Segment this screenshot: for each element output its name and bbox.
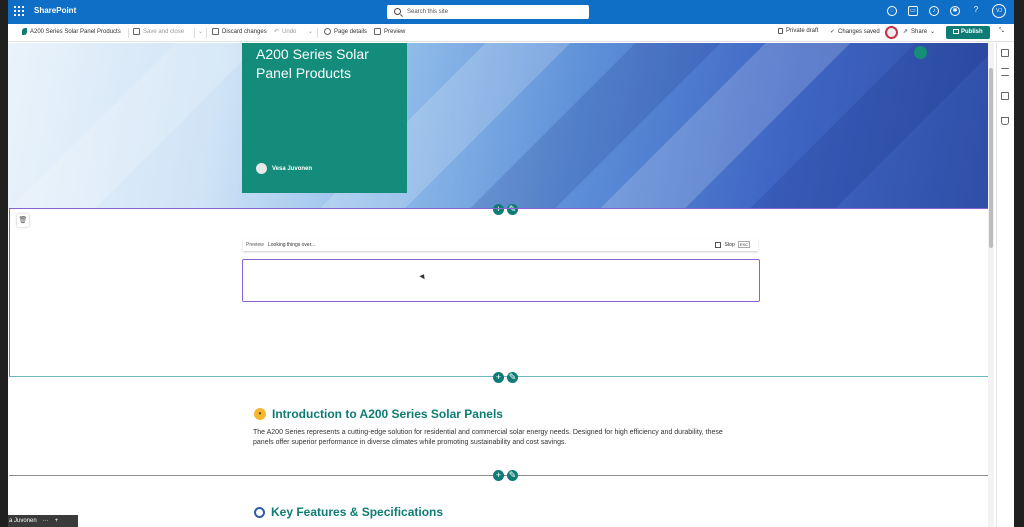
search-input[interactable]: Search this site	[387, 5, 589, 19]
share-button[interactable]: ⇗ Share ⌄	[903, 28, 936, 36]
page-details-button[interactable]: Page details	[324, 28, 367, 35]
thinking-face-icon: •	[254, 408, 266, 420]
stop-icon	[715, 241, 722, 248]
mouse-cursor-icon	[419, 272, 427, 280]
toolbox-icon[interactable]	[1001, 49, 1009, 57]
collapse-icon[interactable]: ⤡	[999, 28, 1004, 35]
text-web-part[interactable]	[242, 259, 760, 302]
preview-button[interactable]: Preview	[374, 28, 405, 35]
brand-name[interactable]: SharePoint	[34, 6, 76, 15]
preview-icon	[374, 28, 381, 35]
intro-heading-text: Introduction to A200 Series Solar Panels	[272, 407, 503, 421]
saved-status-label: Changes saved	[838, 28, 880, 35]
discard-icon	[212, 28, 219, 35]
user-avatar[interactable]: VJ	[992, 4, 1006, 18]
page-title[interactable]: A200 Series Solar Panel Products	[242, 43, 382, 83]
presence-dot	[914, 46, 927, 59]
preview-tag: Preview	[246, 242, 264, 248]
selected-section[interactable]: 🗑 Preview Looking things over... Stop ES…	[9, 208, 989, 377]
preview-label: Preview	[384, 28, 406, 35]
publish-button[interactable]: Publish	[946, 26, 990, 39]
suite-bar: SharePoint Search this site ◌ ▭ ♪ ✱ ? VJ	[8, 0, 1014, 24]
settings-icon[interactable]: ✱	[950, 6, 960, 16]
page-structure-icon[interactable]	[1001, 117, 1009, 125]
command-bar: A200 Series Solar Panel Products Save an…	[8, 24, 1014, 42]
draft-status-label: Private draft	[786, 28, 819, 34]
separator	[206, 28, 207, 38]
share-chevron-icon: ⌄	[930, 29, 936, 35]
features-heading-text: Key Features & Specifications	[271, 505, 444, 519]
separator	[317, 28, 318, 38]
separator	[128, 28, 129, 38]
feedback-icon[interactable]: ▭	[908, 6, 918, 16]
copilot-status-bar: Preview Looking things over... Stop ESC	[243, 239, 758, 251]
intro-heading[interactable]: • Introduction to A200 Series Solar Pane…	[254, 407, 503, 421]
add-section-controls: + ✎	[493, 372, 518, 383]
undo-label: Undo	[282, 28, 297, 35]
undo-button[interactable]: ↶ Undo	[274, 28, 297, 36]
add-icon[interactable]: +	[55, 515, 59, 527]
magnifier-icon	[254, 506, 265, 518]
gear-icon	[324, 28, 331, 35]
publish-label: Publish	[961, 29, 983, 35]
features-heading[interactable]: Key Features & Specifications	[254, 505, 443, 519]
author-avatar	[256, 163, 267, 174]
delete-section-icon[interactable]: 🗑	[17, 214, 29, 227]
properties-icon[interactable]	[1001, 68, 1009, 76]
sharepoint-window: SharePoint Search this site ◌ ▭ ♪ ✱ ? VJ…	[0, 0, 1024, 527]
save-close-button[interactable]: Save and close	[133, 28, 184, 35]
taskbar-participant: a Juvonen ··· +	[8, 515, 78, 527]
suite-icons: ◌ ▭ ♪ ✱ ? VJ	[887, 4, 1006, 18]
copilot-section-button[interactable]: ✎	[507, 470, 518, 481]
stop-label: Stop	[724, 241, 735, 248]
sharepoint-leaf-icon	[22, 28, 27, 35]
separator	[194, 28, 195, 38]
help-icon[interactable]: ?	[971, 6, 981, 16]
publish-icon	[953, 28, 960, 34]
copilot-message: Looking things over...	[268, 242, 316, 248]
scrollbar-thumb[interactable]	[989, 68, 993, 248]
add-section-button[interactable]: +	[493, 372, 504, 383]
copilot-section-button[interactable]: ✎	[507, 372, 518, 383]
discard-label: Discard changes	[222, 28, 267, 35]
undo-chevron-icon[interactable]: ⌄	[308, 28, 313, 35]
share-label: Share	[911, 28, 928, 35]
app-launcher-icon[interactable]	[14, 6, 24, 16]
more-icon[interactable]: ···	[43, 515, 49, 527]
participant-name: a Juvonen	[9, 518, 37, 524]
author-byline: Vesa Juvonen	[256, 163, 312, 174]
save-menu-chevron-icon[interactable]: ⌄	[198, 28, 203, 35]
page-details-label: Page details	[334, 28, 368, 35]
copilot-icon[interactable]: ◌	[887, 6, 897, 16]
stop-button[interactable]: Stop ESC	[715, 241, 750, 248]
page-name: A200 Series Solar Panel Products	[30, 28, 121, 35]
search-icon	[394, 8, 401, 15]
design-ideas-icon[interactable]	[1001, 92, 1009, 100]
discard-button[interactable]: Discard changes	[212, 28, 267, 35]
hero-banner[interactable]: A200 Series Solar Panel Products Vesa Ju…	[8, 43, 988, 209]
lock-icon	[778, 28, 783, 34]
changes-saved-status: ✓ Changes saved	[830, 28, 880, 36]
search-placeholder: Search this site	[407, 9, 449, 15]
share-icon: ⇗	[903, 29, 909, 35]
author-name: Vesa Juvonen	[272, 165, 313, 172]
save-close-label: Save and close	[143, 28, 185, 35]
add-section-controls: + ✎	[493, 470, 518, 481]
checkmark-icon: ✓	[830, 29, 836, 35]
undo-icon: ↶	[274, 29, 280, 35]
coauthor-avatar[interactable]	[885, 26, 898, 39]
add-section-button[interactable]: +	[493, 470, 504, 481]
page-name-item[interactable]: A200 Series Solar Panel Products	[22, 28, 121, 35]
intro-paragraph[interactable]: The A200 Series represents a cutting-edg…	[253, 428, 733, 448]
save-icon	[133, 28, 140, 35]
notifications-icon[interactable]: ♪	[929, 6, 939, 16]
right-toolbox-pane	[996, 43, 1014, 527]
title-card[interactable]: A200 Series Solar Panel Products Vesa Ju…	[242, 43, 407, 193]
esc-key-hint: ESC	[737, 241, 750, 248]
private-draft-status: Private draft	[778, 28, 818, 34]
